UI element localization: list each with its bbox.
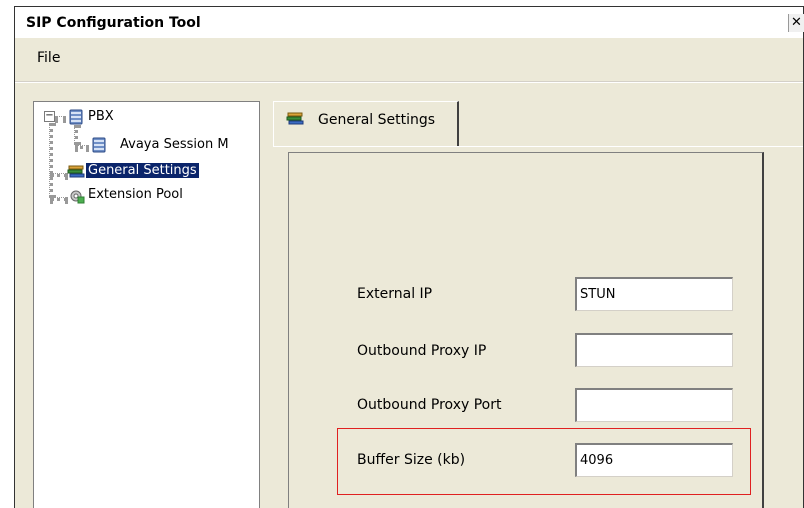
outbound-proxy-port-input[interactable] xyxy=(575,388,733,422)
books-icon xyxy=(286,110,304,128)
outbound-proxy-ip-label: Outbound Proxy IP xyxy=(357,343,487,359)
menu-file[interactable]: File xyxy=(37,50,60,66)
menu-bar xyxy=(15,38,803,82)
tree-item-label: Avaya Session M xyxy=(120,137,229,152)
database-icon xyxy=(90,136,106,153)
tree-connector xyxy=(50,197,68,201)
tree-item-pbx[interactable]: PBX xyxy=(88,107,114,127)
tree-item-label: Extension Pool xyxy=(88,187,183,202)
tree-connector xyxy=(50,173,68,177)
collapse-toggle[interactable]: − xyxy=(44,111,55,122)
tree-connector xyxy=(75,145,89,149)
tab-body-edge xyxy=(273,146,803,147)
tree-connector xyxy=(74,125,78,145)
tree-connector xyxy=(55,116,66,120)
books-icon xyxy=(67,163,85,179)
close-button[interactable]: ✕ xyxy=(788,14,804,32)
external-ip-input[interactable] xyxy=(575,277,733,311)
tree-item-extension-pool[interactable]: Extension Pool xyxy=(88,185,183,205)
tree-item-label: General Settings xyxy=(86,163,199,178)
gear-puzzle-icon xyxy=(67,187,85,204)
tree-connector xyxy=(49,123,53,198)
external-ip-label: External IP xyxy=(357,286,433,302)
outbound-proxy-port-label: Outbound Proxy Port xyxy=(357,397,502,413)
outbound-proxy-ip-input[interactable] xyxy=(575,333,733,367)
sip-config-window: SIP Configuration Tool ✕ File − PBX Avay… xyxy=(0,0,804,508)
tree-item-avaya-session[interactable]: Avaya Session M xyxy=(120,135,259,155)
tree-item-general-settings[interactable]: General Settings xyxy=(86,161,199,181)
buffer-size-input[interactable] xyxy=(575,443,733,477)
buffer-size-label: Buffer Size (kb) xyxy=(357,452,466,468)
window-title: SIP Configuration Tool xyxy=(26,15,201,31)
database-icon xyxy=(67,108,83,125)
tab-label: General Settings xyxy=(318,112,436,128)
tree-item-label: PBX xyxy=(88,109,114,124)
